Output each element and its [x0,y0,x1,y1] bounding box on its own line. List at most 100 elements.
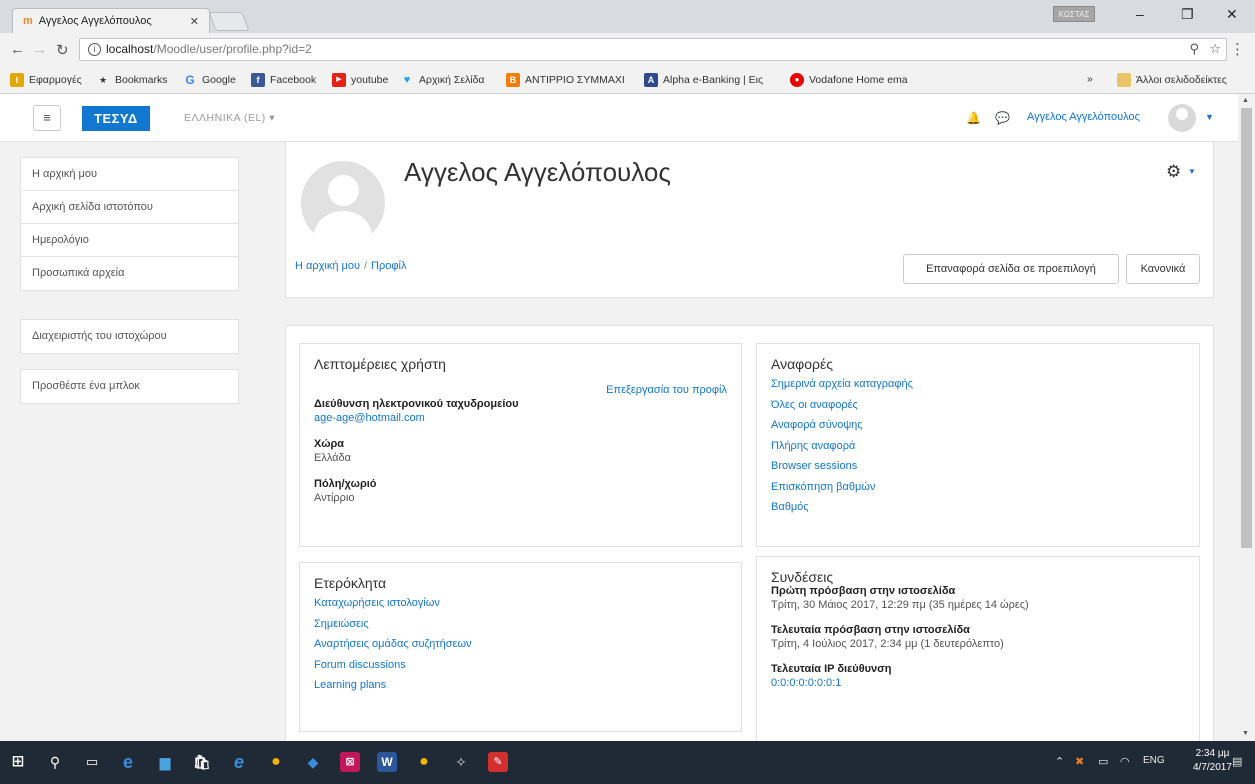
email-label: Διεύθυνση ηλεκτρονικού ταχυδρομείου [314,398,519,410]
chevron-down-icon[interactable]: ▼ [1188,167,1196,176]
report-today-logs[interactable]: Σημερινά αρχεία καταγραφής [771,374,1185,395]
other-bookmarks[interactable]: Άλλοι σελιδοδείκτες [1117,73,1227,87]
normal-view-button[interactable]: Κανονικά [1126,254,1200,284]
clock-time: 2:34 μμ [1195,748,1230,759]
bookmark-alpha-bank[interactable]: A Alpha e-Banking | Eις [644,73,763,87]
close-window-icon[interactable]: ✕ [1226,6,1238,23]
task-view-icon[interactable]: ▭ [82,752,102,772]
sidebar-item-add-block[interactable]: Προσθέστε ένα μπλοκ [21,370,238,403]
report-browser-sessions[interactable]: Browser sessions [771,456,1185,477]
browser-titlebar: m Αγγελος Αγγελόπουλος ✕ ΚΩΣΤΑΣ – ❐ ✕ [0,0,1255,33]
address-bar-input[interactable]: i localhost/Moodle/user/profile.php?id=2 [79,38,1227,61]
url-host: localhost [106,42,154,56]
tray-up-icon[interactable]: ⌃ [1055,755,1064,768]
edit-profile-link[interactable]: Επεξεργασία του προφίλ [606,384,727,396]
input-language[interactable]: ENG [1143,755,1165,766]
scroll-up-icon[interactable]: ▲ [1242,97,1249,104]
sidebar-item-private-files[interactable]: Προσωπικά αρχεία [21,257,238,290]
browser-tab-active[interactable]: m Αγγελος Αγγελόπουλος ✕ [12,8,210,33]
page-body: Η αρχική μου Αρχική σελίδα ιστοτόπου Ημε… [0,142,1238,741]
new-tab-button[interactable] [208,12,250,31]
search-icon[interactable]: ⚲ [45,752,65,772]
profile-content: Λεπτομέρειες χρήστη Επεξεργασία του προφ… [285,325,1214,741]
misc-forum-posts[interactable]: Αναρτήσεις ομάδας συζητήσεων [314,634,727,655]
misc-notes[interactable]: Σημειώσεις [314,614,727,635]
chrome-icon-active[interactable]: ● [414,752,434,772]
bookmark-star-icon[interactable]: ☆ [1209,41,1221,57]
report-grades-overview[interactable]: Επισκόπηση βαθμών [771,477,1185,498]
app-icon[interactable]: ◆ [303,752,323,772]
hamburger-menu-icon[interactable]: ≡ [33,105,61,131]
notifications-bell-icon[interactable]: 🔔 [966,111,981,125]
system-clock[interactable]: 2:34 μμ 4/7/2017 [1193,747,1232,775]
report-grade[interactable]: Βαθμός [771,497,1185,518]
bookmark-bookmarks[interactable]: ★ Bookmarks [96,73,168,87]
breadcrumb-dashboard[interactable]: Η αρχική μου [295,260,360,272]
file-explorer-icon[interactable]: ▆ [155,752,175,772]
nav-drawer: Η αρχική μου Αρχική σελίδα ιστοτόπου Ημε… [20,157,239,291]
reset-page-button[interactable]: Επαναφορά σελίδα σε προεπιλογή [903,254,1119,284]
misc-learning-plans[interactable]: Learning plans [314,675,727,696]
breadcrumb-profile[interactable]: Προφίλ [371,260,406,272]
sidebar-item-site-admin[interactable]: Διαχειριστής του ιστοχώρου [21,320,238,353]
word-icon[interactable]: W [377,752,397,772]
gear-icon[interactable]: ⚙ [1166,162,1181,182]
wifi-icon[interactable]: ◠ [1120,755,1130,768]
edge-browser-icon[interactable]: e [118,752,138,772]
nav-drawer-add-block: Προσθέστε ένα μπλοκ [20,369,239,404]
zoom-icon[interactable]: ⚲ [1189,41,1199,57]
reload-icon[interactable]: ↻ [56,41,69,59]
site-info-icon[interactable]: i [88,43,101,57]
bookmark-google[interactable]: G Google [183,73,236,87]
sidebar-item-calendar[interactable]: Ημερολόγιο [21,224,238,257]
language-menu[interactable]: ΕΛΛΗΝΙΚΑ (EL) ▾ [184,112,275,124]
notification-center-icon[interactable]: ▤ [1232,755,1242,768]
tab-title: Αγγελος Αγγελόπουλος [38,15,152,27]
last-ip-label: Τελευταία IP διεύθυνση [771,663,892,675]
bookmark-youtube[interactable]: ▶ youtube [332,73,388,87]
chrome-icon[interactable]: ● [266,752,286,772]
internet-explorer-icon[interactable]: e [229,752,249,772]
bookmark-vodafone[interactable]: ● Vodafone Home ema [790,73,908,87]
scroll-thumb[interactable] [1241,108,1252,548]
misc-forum-discussions[interactable]: Forum discussions [314,655,727,676]
store-icon[interactable]: 🛍 [192,752,212,772]
reports-section: Αναφορές Σημερινά αρχεία καταγραφής Όλες… [756,343,1200,547]
profile-badge[interactable]: ΚΩΣΤΑΣ [1053,6,1095,22]
bookmarks-bar: ⁝ Εφαρμογές ★ Bookmarks G Google f Facebook … [0,67,1255,94]
xampp-icon[interactable]: ⊠ [340,752,360,772]
site-brand[interactable]: ΤΕΣΥΔ [82,106,150,131]
last-ip-link[interactable]: 0:0:0:0:0:0:0:1 [771,677,841,689]
tray-app-icon[interactable]: ✖ [1075,755,1084,768]
bookmarks-more[interactable]: » [1087,73,1093,85]
minimize-icon[interactable]: – [1136,6,1144,22]
tool-icon[interactable]: ✧ [451,752,471,772]
maximize-icon[interactable]: ❐ [1181,6,1194,23]
email-link[interactable]: age-age@hotmail.com [314,412,425,424]
bookmark-facebook[interactable]: f Facebook [251,73,316,87]
bookmark-antirrio[interactable]: B ΑΝΤΙΡΡΙΟ ΣΥΜΜΑΧΙ [506,73,625,87]
moodle-navbar: ≡ ΤΕΣΥΔ ΕΛΛΗΝΙΚΑ (EL) ▾ 🔔 💬 Αγγελος Αγγε… [0,94,1238,142]
report-all-reports[interactable]: Όλες οι αναφορές [771,395,1185,416]
back-arrow-icon[interactable]: ← [10,41,25,58]
moodle-favicon-icon: m [23,15,33,27]
report-complete[interactable]: Πλήρης αναφορά [771,436,1185,457]
sidebar-item-dashboard[interactable]: Η αρχική μου [21,158,238,191]
tab-close-icon[interactable]: ✕ [190,15,199,28]
messages-icon[interactable]: 💬 [995,111,1010,125]
forward-arrow-icon[interactable]: → [32,41,47,58]
page-scrollbar[interactable]: ▲ ▼ [1238,94,1255,741]
sidebar-item-site-home[interactable]: Αρχική σελίδα ιστοτόπου [21,191,238,224]
misc-blog-entries[interactable]: Καταχωρήσεις ιστολογίων [314,593,727,614]
report-outline[interactable]: Αναφορά σύνοψης [771,415,1185,436]
user-menu-name[interactable]: Αγγελος Αγγελόπουλος [1027,111,1140,123]
chrome-menu-icon[interactable]: ⋮ [1230,40,1245,58]
battery-icon[interactable]: ▭ [1098,755,1108,768]
bookmark-twitter-home[interactable]: ♥ Αρχική Σελίδα [400,73,485,87]
windows-start-icon[interactable]: ⊞ [8,752,28,772]
user-avatar[interactable] [1168,104,1196,132]
user-menu-caret-icon[interactable]: ▼ [1205,112,1214,122]
app-red-icon[interactable]: ✎ [488,752,508,772]
bookmark-apps[interactable]: ⁝ Εφαρμογές [10,73,82,87]
scroll-down-icon[interactable]: ▼ [1242,730,1249,737]
